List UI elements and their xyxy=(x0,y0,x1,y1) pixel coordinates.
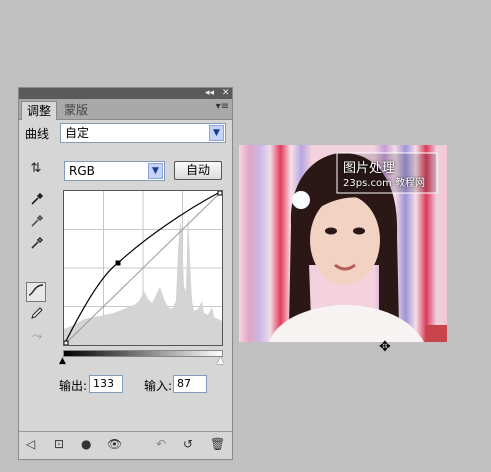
smooth-curve-icon[interactable]: ⤳ xyxy=(27,328,47,348)
gray-eyedropper-icon[interactable] xyxy=(27,214,47,234)
curves-label: 曲线 xyxy=(25,127,50,141)
chevron-down-icon[interactable]: ▼ xyxy=(148,163,163,179)
watermark-url: 23ps.com 教程网 xyxy=(343,178,425,189)
channel-select[interactable]: RGB ▼ xyxy=(64,161,165,181)
back-arrow-icon[interactable]: ◁ xyxy=(26,437,35,451)
black-eyedropper-icon[interactable] xyxy=(27,192,47,212)
output-field[interactable]: 133 xyxy=(89,375,123,393)
close-icon[interactable]: ✕ xyxy=(222,88,230,99)
pencil-icon[interactable] xyxy=(27,306,47,326)
footer-divider xyxy=(19,431,232,432)
output-label: 输出: xyxy=(59,379,88,393)
tab-adjustments[interactable]: 调整 xyxy=(21,101,58,120)
tab-masks[interactable]: 蒙版 xyxy=(59,101,93,119)
auto-button[interactable]: 自动 xyxy=(174,161,222,180)
trash-icon[interactable]: 🗑 xyxy=(210,437,225,451)
collapse-icon[interactable]: ◂◂ xyxy=(205,88,214,99)
black-point-slider-icon[interactable]: ▲ xyxy=(59,356,66,366)
preset-value: 自定 xyxy=(65,126,90,140)
panel-tabs: 调整 蒙版 ▾≡ xyxy=(19,99,232,120)
panel-titlebar[interactable]: ◂◂ ✕ xyxy=(19,88,232,99)
curves-graph[interactable] xyxy=(63,190,223,346)
white-eyedropper-icon[interactable] xyxy=(27,236,47,256)
reset-icon[interactable]: ↺ xyxy=(183,437,193,451)
white-point-slider-icon[interactable]: ▲ xyxy=(217,356,224,366)
curve-control-point xyxy=(115,260,121,266)
channel-value: RGB xyxy=(69,164,95,178)
preset-select[interactable]: 自定 ▼ xyxy=(60,123,226,143)
document-image[interactable]: 图片处理 23ps.com 教程网 xyxy=(239,145,447,342)
move-cursor-icon: ✥ xyxy=(379,339,391,355)
input-label: 输入: xyxy=(144,379,173,393)
input-gradient-bar xyxy=(63,350,223,357)
adjustments-panel: ◂◂ ✕ 调整 蒙版 ▾≡ 曲线 自定 ▼ ⇅ RGB ▼ 自动 ⤳ ▲ ▲ 输… xyxy=(18,87,233,460)
previous-state-icon[interactable]: ↶ xyxy=(156,437,166,451)
on-image-adjust-icon[interactable]: ⇅ xyxy=(26,160,46,180)
input-field[interactable]: 87 xyxy=(173,375,207,393)
panel-menu-icon[interactable]: ▾≡ xyxy=(216,101,229,112)
clip-layer-icon[interactable]: ● xyxy=(81,437,91,451)
expand-view-icon[interactable]: ⊡ xyxy=(54,437,64,451)
visibility-eye-icon[interactable]: 👁 xyxy=(107,437,122,451)
chevron-down-icon[interactable]: ▼ xyxy=(209,125,224,141)
curve-point-tool-icon[interactable] xyxy=(26,282,46,302)
